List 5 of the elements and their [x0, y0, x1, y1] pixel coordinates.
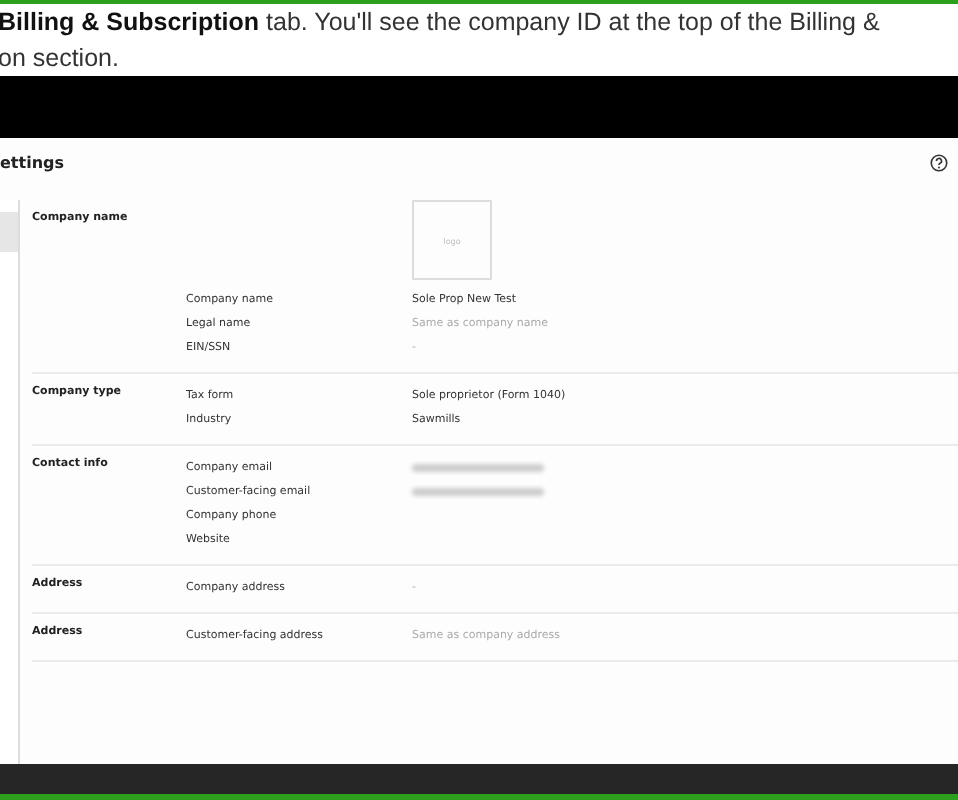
instruction-text: Billing & Subscription tab. You'll see the company ID at the top of the Billing &: [0, 6, 882, 40]
redacted-value: [412, 464, 544, 472]
redacted-value: [412, 488, 544, 496]
panel-title: ettings: [0, 153, 64, 171]
help-icon[interactable]: [930, 153, 948, 171]
